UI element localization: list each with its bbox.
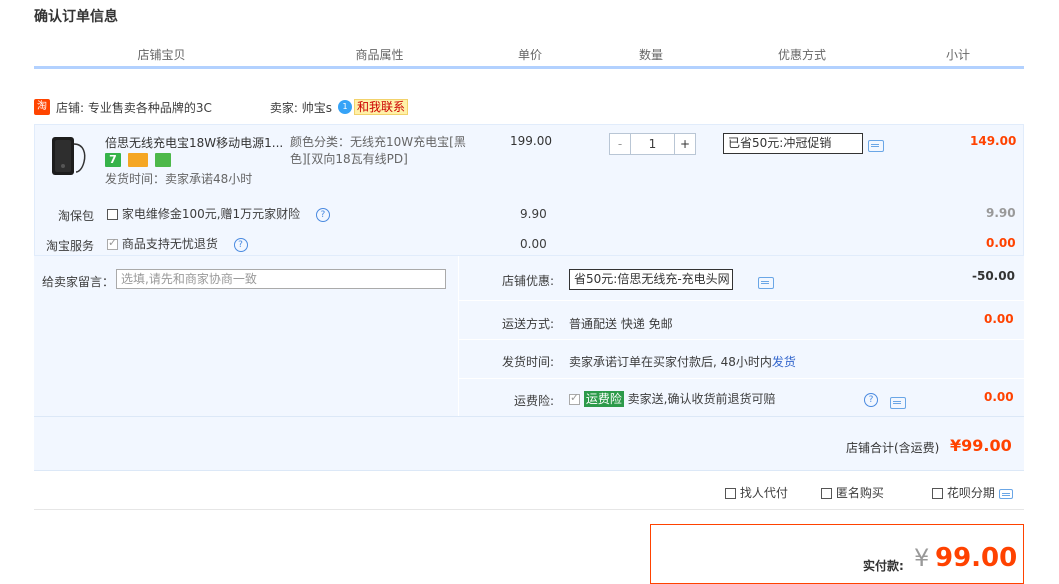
dispatch-link[interactable]: 发货 xyxy=(772,355,796,369)
shop-total-amount: ¥99.00 xyxy=(950,436,1012,455)
huabei-checkbox[interactable] xyxy=(932,488,943,499)
dispatch-label: 发货时间: xyxy=(502,355,555,369)
item-title[interactable]: 倍思无线充电宝18W移动电源1... xyxy=(105,134,285,151)
divider xyxy=(34,509,1024,510)
taobaobao-option: 家电维修金100元,赠1万元家财险 ? xyxy=(107,205,330,222)
wangwang-icon[interactable]: 1 xyxy=(338,100,352,114)
service-option: 商品支持无忧退货 ? xyxy=(107,235,248,252)
anonymous-option[interactable]: 匿名购买 xyxy=(821,484,884,501)
payment-label: 实付款: xyxy=(863,559,904,573)
service-label: 淘宝服务 xyxy=(46,239,95,253)
taobaobao-checkbox[interactable] xyxy=(107,209,118,220)
dispatch-text: 卖家承诺订单在买家付款后, 48小时内 xyxy=(569,355,772,369)
message-icon[interactable] xyxy=(868,139,884,152)
shipping-amount: 0.00 xyxy=(984,312,1014,326)
service-subtotal: 0.00 xyxy=(986,236,1016,250)
quantity-stepper: - 1 + xyxy=(609,133,696,155)
discount-select[interactable]: 已省50元:冲冠促销 xyxy=(723,133,863,154)
quantity-input[interactable]: 1 xyxy=(631,134,674,154)
service-checkbox xyxy=(107,236,118,250)
item-unit-price: 199.00 xyxy=(510,134,552,148)
credit-card-icon xyxy=(127,152,148,167)
header-subtotal: 小计 xyxy=(945,48,970,62)
item-shipping-time: 发货时间：卖家承诺48小时 xyxy=(105,172,253,186)
taobaobao-label: 淘保包 xyxy=(58,209,95,223)
huabei-label: 花呗分期 xyxy=(946,486,995,500)
item-subtotal: 149.00 xyxy=(970,134,1017,148)
taobao-badge-icon: 淘 xyxy=(34,99,50,115)
consumer-protection-icon xyxy=(154,152,171,167)
taobaobao-price: 9.90 xyxy=(520,207,547,221)
shop-discount-select[interactable]: 省50元:倍思无线充-充电头网 xyxy=(569,269,733,290)
help-icon[interactable]: ? xyxy=(233,237,248,252)
service-option-text: 商品支持无忧退货 xyxy=(121,237,218,251)
help-icon[interactable]: ? xyxy=(315,207,330,222)
product-image[interactable] xyxy=(48,134,90,178)
header-attributes: 商品属性 xyxy=(355,48,404,62)
insurance-checkbox xyxy=(569,391,580,405)
message-label: 给卖家留言： xyxy=(42,275,115,289)
dispatch-info: 卖家承诺订单在买家付款后, 48小时内发货 xyxy=(569,353,796,370)
page-title: 确认订单信息 xyxy=(34,9,118,25)
shop-discount-amount: -50.00 xyxy=(972,269,1015,283)
shipping-label: 运送方式: xyxy=(502,317,555,331)
shop-total-label: 店铺合计(含运费) xyxy=(846,441,940,455)
message-icon[interactable] xyxy=(998,488,1013,499)
item-attributes: 颜色分类：无线充10W充电宝[黑色][双向18瓦有线PD] xyxy=(290,135,466,166)
shop-name[interactable]: 店铺: 专业售卖各种品牌的3C xyxy=(56,99,212,116)
taobaobao-option-text: 家电维修金100元,赠1万元家财险 xyxy=(121,207,301,221)
header-shop-item: 店铺宝贝 xyxy=(137,48,186,62)
payment-currency: ¥ xyxy=(914,544,930,572)
table-header: 店铺宝贝 商品属性 单价 数量 优惠方式 小计 xyxy=(34,44,1024,69)
insurance-tag: 运费险 xyxy=(583,391,624,407)
message-input[interactable]: 选填,请先和商家协商一致 xyxy=(116,269,446,289)
payment-amount: 99.00 xyxy=(935,543,1018,573)
message-icon[interactable] xyxy=(889,396,906,409)
quantity-minus-button[interactable]: - xyxy=(610,134,631,154)
anonymous-checkbox[interactable] xyxy=(821,488,832,499)
seller-name: 卖家: 帅宝s xyxy=(269,100,332,115)
huabei-option[interactable]: 花呗分期 xyxy=(932,484,1013,501)
message-icon[interactable] xyxy=(757,276,774,289)
help-icon[interactable]: ? xyxy=(864,393,878,407)
header-unit-price: 单价 xyxy=(517,48,542,62)
quantity-plus-button[interactable]: + xyxy=(674,134,695,154)
contact-seller-button[interactable]: 和我联系 xyxy=(354,99,409,115)
header-quantity: 数量 xyxy=(638,48,663,62)
shipping-method: 普通配送 快递 免邮 xyxy=(569,317,673,331)
proxy-pay-label: 找人代付 xyxy=(739,486,788,500)
insurance-info: 运费险 卖家送,确认收货前退货可赔 xyxy=(569,390,776,407)
shop-discount-label: 店铺优惠: xyxy=(502,274,555,288)
shop-info: 淘 店铺: 专业售卖各种品牌的3C 卖家: 帅宝s 1 和我联系 xyxy=(34,98,409,116)
item-badges: 7 xyxy=(105,152,174,167)
insurance-text: 卖家送,确认收货前退货可赔 xyxy=(627,392,776,406)
proxy-pay-option[interactable]: 找人代付 xyxy=(725,484,788,501)
service-price: 0.00 xyxy=(520,237,547,251)
anonymous-label: 匿名购买 xyxy=(835,486,884,500)
seven-day-return-icon: 7 xyxy=(105,152,121,167)
taobaobao-subtotal: 9.90 xyxy=(986,206,1016,220)
proxy-pay-checkbox[interactable] xyxy=(725,488,736,499)
header-discount: 优惠方式 xyxy=(777,48,826,62)
insurance-amount: 0.00 xyxy=(984,390,1014,404)
insurance-label: 运费险: xyxy=(514,394,555,408)
